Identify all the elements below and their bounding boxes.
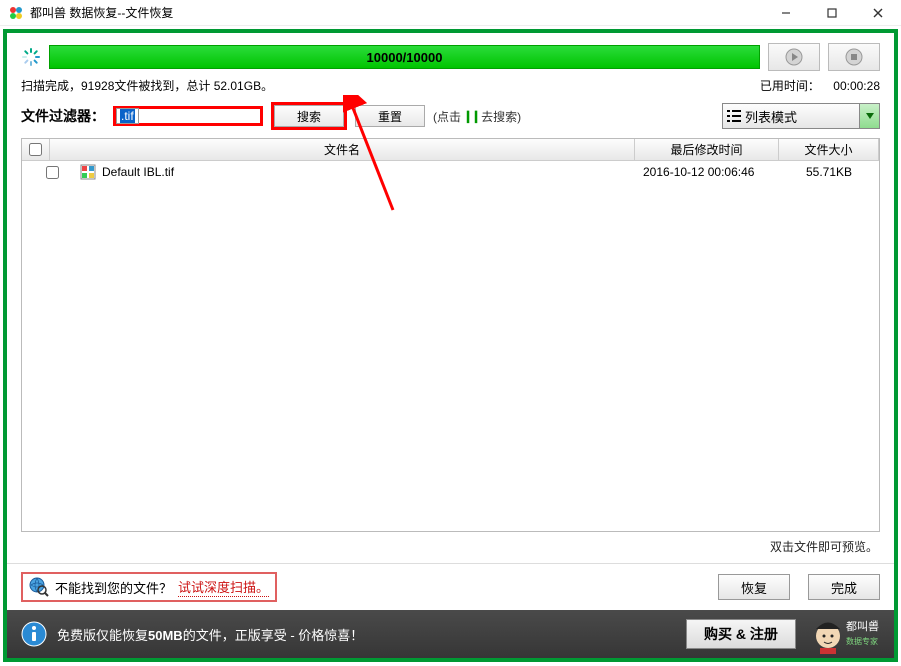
select-all-checkbox[interactable]	[22, 139, 50, 160]
spinner-icon	[21, 47, 41, 67]
stop-button[interactable]	[828, 43, 880, 71]
col-file-size[interactable]: 文件大小	[779, 139, 879, 160]
window-title: 都叫兽 数据恢复--文件恢复	[30, 4, 173, 21]
progress-text: 10000/10000	[367, 50, 443, 65]
svg-text:数据专家: 数据专家	[846, 636, 878, 646]
col-filename[interactable]: 文件名	[50, 139, 635, 160]
row-checkbox[interactable]	[22, 166, 52, 179]
file-icon	[80, 164, 96, 180]
file-size: 55.71KB	[779, 165, 879, 179]
view-mode-label: 列表模式	[745, 107, 859, 126]
elapsed-label: 已用时间：	[760, 79, 820, 93]
deep-scan-text: 不能找到您的文件？	[55, 578, 172, 597]
svg-text:™: ™	[872, 619, 878, 626]
close-button[interactable]	[855, 0, 901, 26]
table-header: 文件名 最后修改时间 文件大小	[22, 139, 879, 161]
scan-status-text: 扫描完成，91928文件被找到，总计 52.01GB。	[21, 77, 273, 94]
file-time: 2016-10-12 00:06:46	[635, 165, 779, 179]
recover-button[interactable]: 恢复	[718, 574, 790, 600]
app-icon	[8, 5, 24, 21]
brand-mascot: 都叫兽 ™ 数据专家	[810, 614, 880, 654]
chevron-down-icon	[859, 104, 879, 128]
elapsed-value: 00:00:28	[833, 79, 880, 93]
finish-button[interactable]: 完成	[808, 574, 880, 600]
filter-input[interactable]: .tif	[116, 108, 139, 124]
progress-bar: 10000/10000	[49, 45, 760, 69]
buy-register-button[interactable]: 购买 & 注册	[686, 619, 796, 649]
search-hint: (点击 ❙❙ 去搜索)	[433, 108, 521, 125]
file-name: Default IBL.tif	[102, 165, 174, 179]
info-icon	[21, 621, 47, 647]
list-icon	[723, 110, 745, 122]
reset-button[interactable]: 重置	[355, 105, 425, 127]
preview-hint: 双击文件即可预览。	[7, 532, 894, 563]
globe-search-icon	[29, 577, 49, 597]
footer-text: 免费版仅能恢复50MB的文件，正版享受 - 价格惊喜！	[57, 625, 363, 644]
maximize-button[interactable]	[809, 0, 855, 26]
minimize-button[interactable]	[763, 0, 809, 26]
deep-scan-link[interactable]: 试试深度扫描。	[178, 577, 269, 597]
pause-icon: ❙❙	[463, 109, 479, 123]
deep-scan-banner: 不能找到您的文件？ 试试深度扫描。	[21, 572, 277, 602]
search-button[interactable]: 搜索	[274, 105, 344, 127]
file-table: 文件名 最后修改时间 文件大小 Default IBL.tif 2016-10-1…	[21, 138, 880, 532]
table-row[interactable]: Default IBL.tif 2016-10-12 00:06:4655.71K…	[22, 161, 879, 183]
play-button[interactable]	[768, 43, 820, 71]
view-mode-dropdown[interactable]: 列表模式	[722, 103, 880, 129]
col-modified-time[interactable]: 最后修改时间	[635, 139, 779, 160]
filter-label: 文件过滤器：	[21, 106, 105, 126]
